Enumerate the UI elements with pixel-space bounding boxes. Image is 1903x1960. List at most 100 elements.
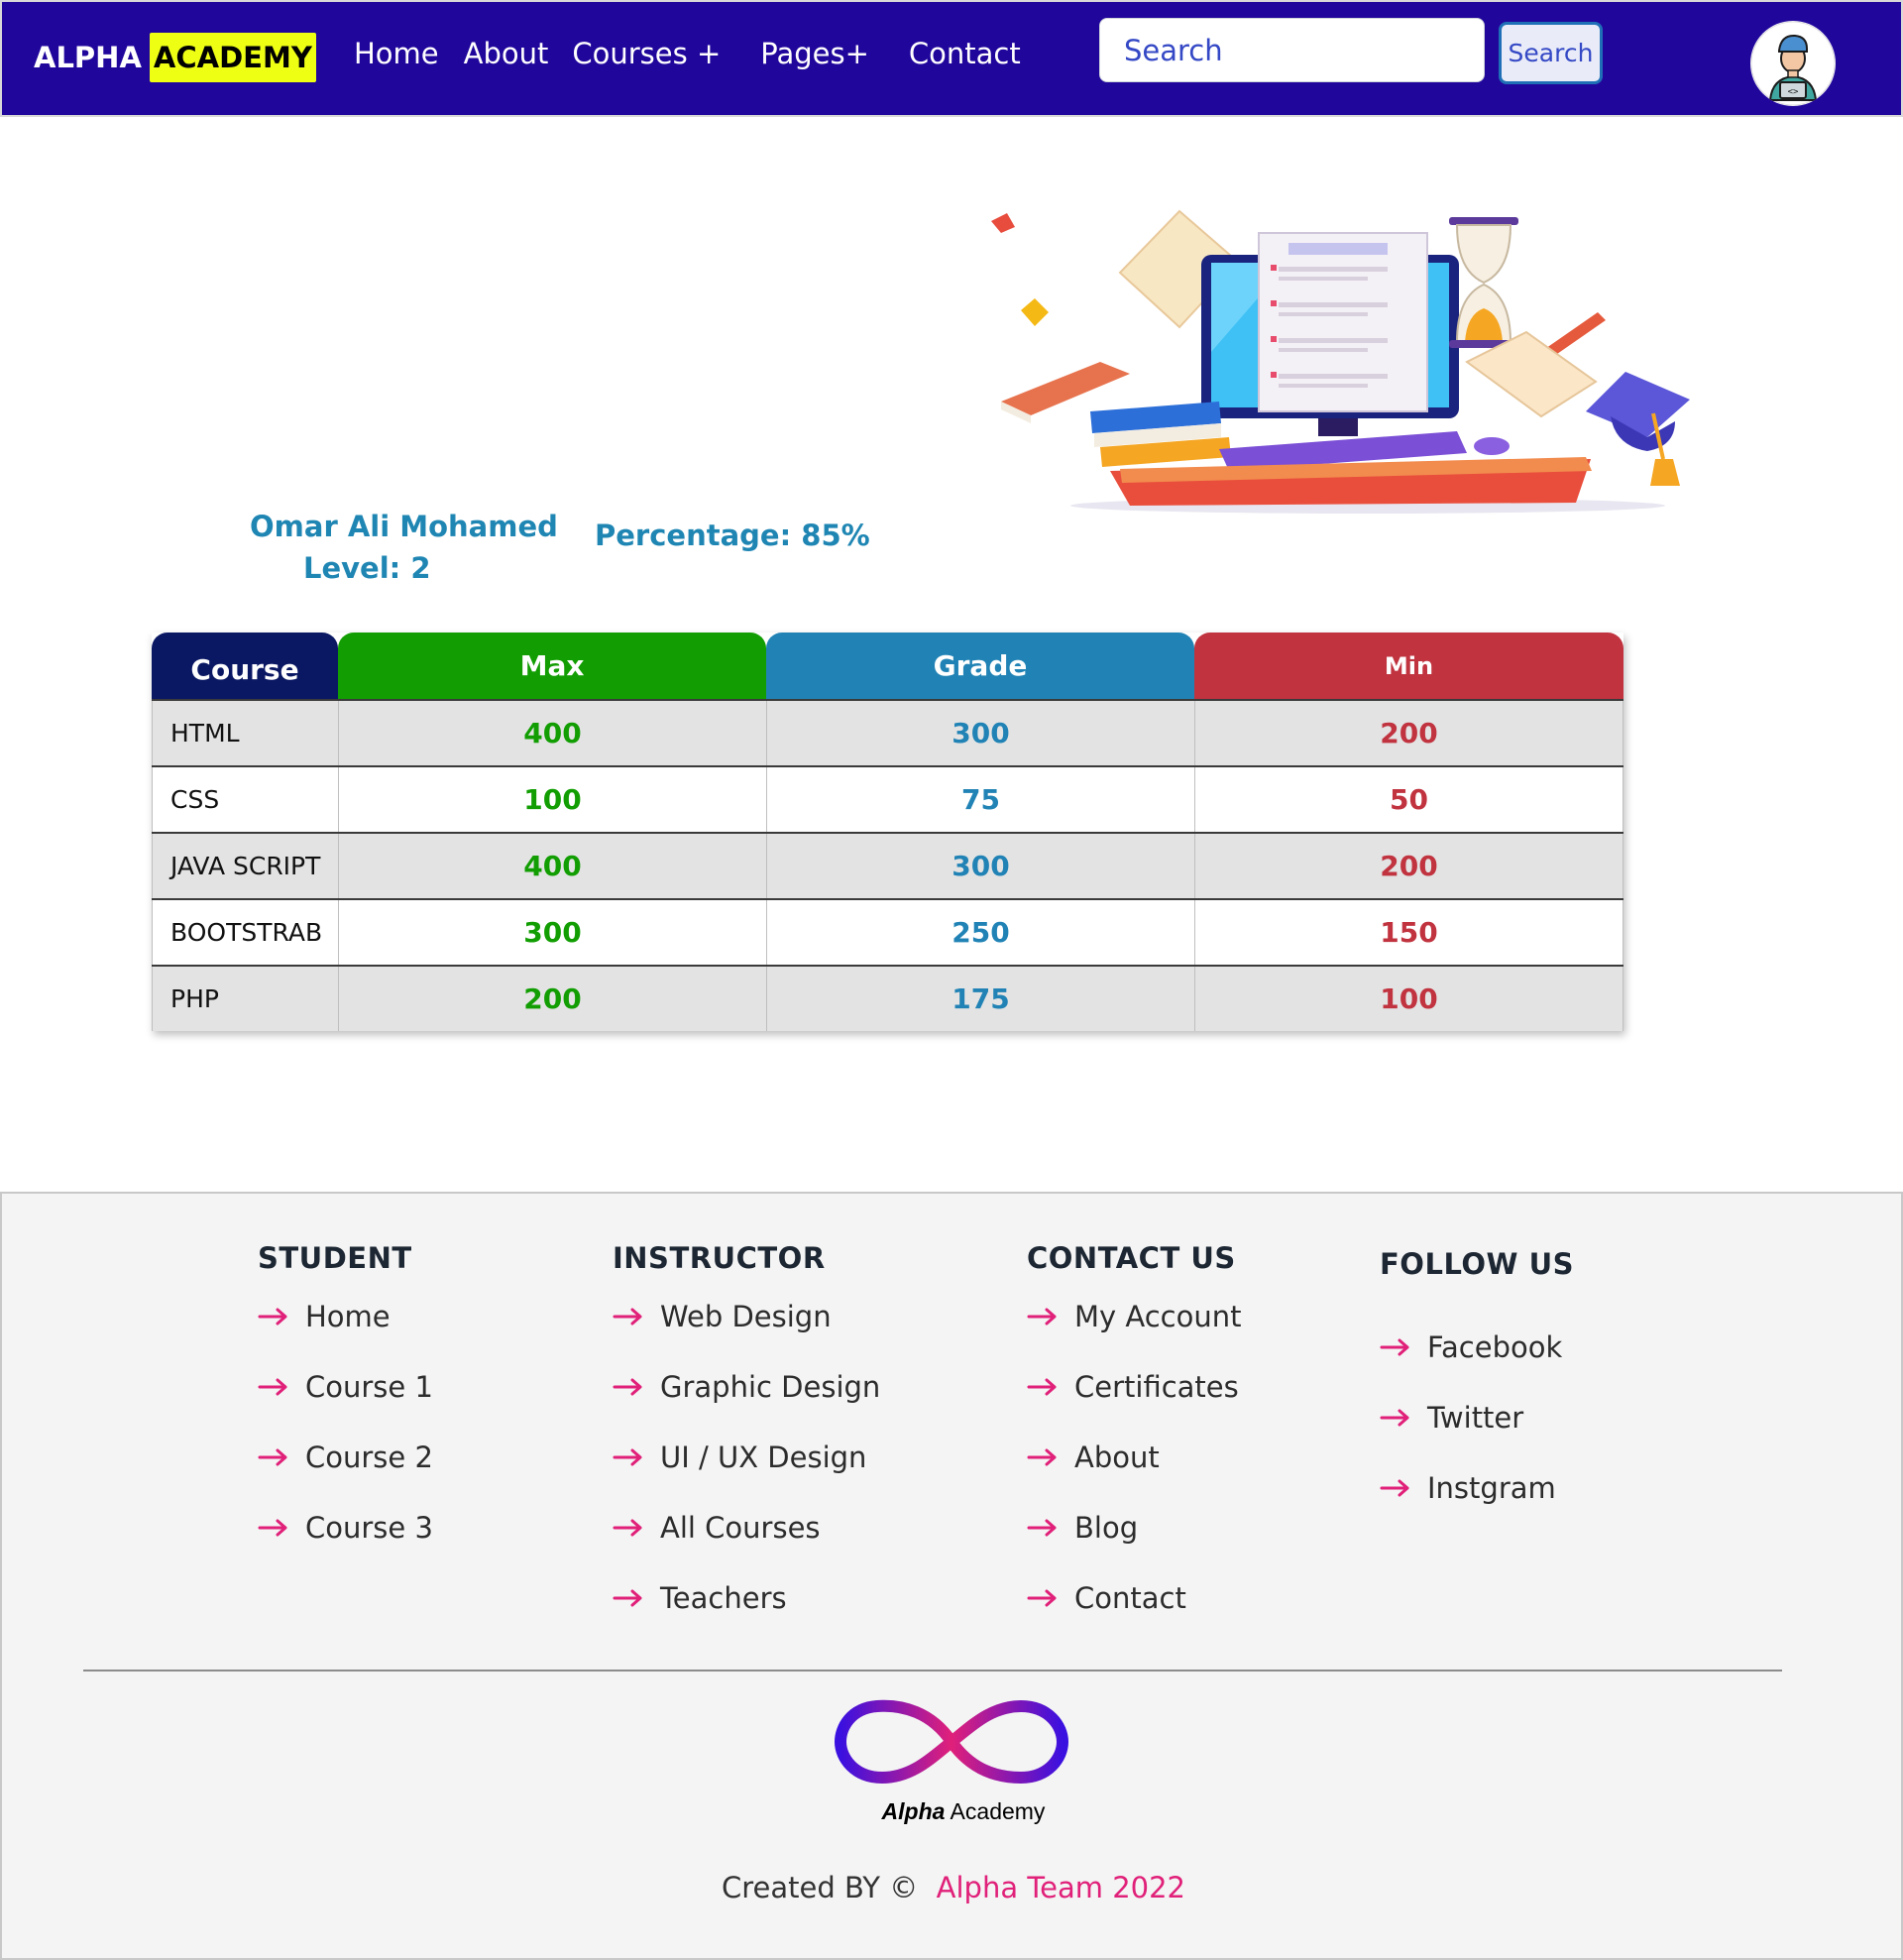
header-course: Course — [152, 633, 338, 699]
footer-link-certificates[interactable]: Certificates — [1027, 1351, 1242, 1422]
table-row: JAVA SCRIPT 400 300 200 — [152, 832, 1623, 898]
footer-link-label: Course 2 — [305, 1440, 433, 1474]
footer-link-label: Twitter — [1427, 1400, 1524, 1435]
cell-grade: 75 — [766, 767, 1194, 832]
search-input[interactable] — [1099, 18, 1485, 82]
nav-link-about[interactable]: About — [464, 37, 549, 70]
brand-second-word: ACADEMY — [149, 33, 316, 82]
student-level: Level: 2 — [303, 551, 431, 585]
arrow-right-icon — [258, 1308, 287, 1325]
cell-course: BOOTSTRAB — [152, 900, 338, 965]
footer-heading: FOLLOW US — [1380, 1247, 1575, 1281]
table-row: HTML 400 300 200 — [152, 699, 1623, 765]
footer-link-web-design[interactable]: Web Design — [613, 1281, 880, 1351]
arrow-right-icon — [1027, 1378, 1057, 1395]
arrow-right-icon — [1027, 1448, 1057, 1465]
footer-column-instructor: INSTRUCTOR Web Design Graphic Design UI … — [613, 1241, 880, 1633]
footer-link-label: All Courses — [660, 1510, 821, 1545]
footer-link-facebook[interactable]: Facebook — [1380, 1312, 1574, 1382]
cell-min: 200 — [1194, 834, 1623, 898]
logo-text-rest: Academy — [945, 1798, 1046, 1824]
footer-link-label: Facebook — [1427, 1329, 1563, 1364]
arrow-right-icon — [613, 1519, 642, 1536]
footer-link-label: Contact — [1074, 1580, 1186, 1615]
cell-max: 200 — [338, 967, 766, 1031]
footer-link-course-2[interactable]: Course 2 — [258, 1422, 433, 1492]
cell-min: 100 — [1194, 967, 1623, 1031]
student-name: Omar Ali Mohamed — [250, 510, 558, 543]
svg-text:<>: <> — [1788, 87, 1799, 97]
nav-links: Home About Courses + Pages+ Contact — [354, 37, 1021, 70]
footer-link-ui-ux-design[interactable]: UI / UX Design — [613, 1422, 880, 1492]
footer-link-label: Blog — [1074, 1510, 1139, 1545]
cell-max: 300 — [338, 900, 766, 965]
footer-link-graphic-design[interactable]: Graphic Design — [613, 1351, 880, 1422]
footer-heading: STUDENT — [258, 1241, 412, 1275]
footer-link-all-courses[interactable]: All Courses — [613, 1492, 880, 1562]
nav-link-courses[interactable]: Courses + — [572, 37, 721, 70]
footer-link-instagram[interactable]: Instgram — [1380, 1452, 1574, 1523]
footer-link-course-3[interactable]: Course 3 — [258, 1492, 433, 1562]
arrow-right-icon — [258, 1519, 287, 1536]
table-row: BOOTSTRAB 300 250 150 — [152, 898, 1623, 965]
footer-link-label: Instgram — [1427, 1470, 1556, 1505]
nav-link-home[interactable]: Home — [354, 37, 439, 70]
footer-link-course-1[interactable]: Course 1 — [258, 1351, 433, 1422]
table-row: CSS 100 75 50 — [152, 765, 1623, 832]
footer-link-label: UI / UX Design — [660, 1440, 867, 1474]
footer-link-about[interactable]: About — [1027, 1422, 1242, 1492]
arrow-right-icon — [613, 1448, 642, 1465]
footer-link-label: My Account — [1074, 1299, 1242, 1333]
search-button[interactable]: Search — [1499, 22, 1603, 84]
footer-divider — [83, 1670, 1782, 1672]
footer-column-contact: CONTACT US My Account Certificates About… — [1027, 1241, 1242, 1633]
arrow-right-icon — [1380, 1409, 1409, 1426]
footer-link-label: About — [1074, 1440, 1160, 1474]
credit-prefix: Created BY © — [721, 1871, 919, 1904]
header-max: Max — [338, 633, 766, 699]
footer-link-teachers[interactable]: Teachers — [613, 1562, 880, 1633]
cell-max: 100 — [338, 767, 766, 832]
footer-link-twitter[interactable]: Twitter — [1380, 1382, 1574, 1452]
cell-max: 400 — [338, 834, 766, 898]
footer-link-my-account[interactable]: My Account — [1027, 1281, 1242, 1351]
footer-link-label: Course 3 — [305, 1510, 433, 1545]
developer-avatar-icon[interactable]: <> — [1750, 21, 1836, 106]
cell-course: HTML — [152, 701, 338, 765]
arrow-right-icon — [613, 1308, 642, 1325]
footer-column-student: STUDENT Home Course 1 Course 2 Course 3 — [258, 1241, 433, 1562]
grades-table-header: Course Max Grade Min — [152, 633, 1623, 699]
student-percentage: Percentage: 85% — [595, 519, 870, 552]
nav-link-pages[interactable]: Pages+ — [760, 37, 869, 70]
arrow-right-icon — [258, 1448, 287, 1465]
footer-link-label: Web Design — [660, 1299, 832, 1333]
arrow-right-icon — [258, 1378, 287, 1395]
cell-grade: 250 — [766, 900, 1194, 965]
footer-heading: INSTRUCTOR — [613, 1241, 826, 1275]
cell-grade: 175 — [766, 967, 1194, 1031]
cell-course: CSS — [152, 767, 338, 832]
footer-link-home[interactable]: Home — [258, 1281, 433, 1351]
cell-grade: 300 — [766, 834, 1194, 898]
cell-course: PHP — [152, 967, 338, 1031]
cell-course: JAVA SCRIPT — [152, 834, 338, 898]
exam-illustration — [991, 203, 1715, 520]
credit-team-link[interactable]: Alpha Team 2022 — [937, 1871, 1185, 1904]
site-footer: STUDENT Home Course 1 Course 2 Course 3 … — [0, 1192, 1903, 1960]
footer-link-label: Certificates — [1074, 1369, 1239, 1404]
footer-link-contact[interactable]: Contact — [1027, 1562, 1242, 1633]
footer-credit: Created BY © Alpha Team 2022 — [2, 1871, 1903, 1904]
cell-min: 150 — [1194, 900, 1623, 965]
infinity-logo-icon — [834, 1699, 1069, 1785]
footer-link-label: Home — [305, 1299, 391, 1333]
footer-link-blog[interactable]: Blog — [1027, 1492, 1242, 1562]
header-min: Min — [1194, 633, 1623, 699]
top-navbar: ALPHA ACADEMY Home About Courses + Pages… — [0, 0, 1903, 117]
brand-logo[interactable]: ALPHA ACADEMY — [34, 33, 316, 82]
arrow-right-icon — [1380, 1479, 1409, 1496]
footer-link-label: Course 1 — [305, 1369, 433, 1404]
arrow-right-icon — [1027, 1308, 1057, 1325]
arrow-right-icon — [613, 1589, 642, 1606]
nav-link-contact[interactable]: Contact — [909, 37, 1021, 70]
cell-max: 400 — [338, 701, 766, 765]
